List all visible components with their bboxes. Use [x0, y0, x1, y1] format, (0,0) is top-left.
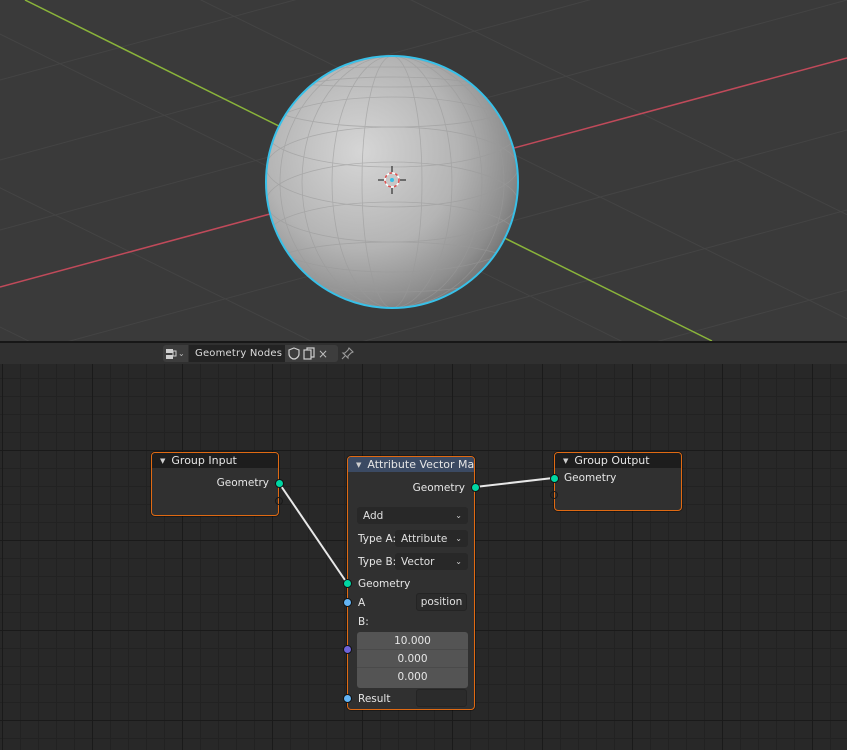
node-header[interactable]: ▼ Attribute Vector Ma... [348, 457, 474, 472]
geometry-input-socket[interactable] [343, 579, 352, 588]
output-row: Geometry [152, 474, 278, 492]
output-row: Geometry [348, 479, 474, 497]
node-tree-icon [165, 345, 177, 362]
node-title: Attribute Vector Ma... [367, 458, 474, 471]
b-x-field[interactable]: 10.000 [357, 632, 468, 650]
chevron-down-icon: ⌄ [178, 349, 185, 358]
node-header[interactable]: ▼ Group Input [152, 453, 278, 468]
collapse-triangle-icon[interactable]: ▼ [563, 457, 568, 465]
socket-label: A [358, 597, 366, 609]
node-editor[interactable]: ⌄ Geometry Nodes × ▼ Group Input Geometr… [0, 343, 847, 750]
operation-dropdown[interactable]: Add ⌄ [357, 507, 468, 524]
b-z-field[interactable]: 0.000 [357, 668, 468, 686]
node-header[interactable]: ▼ Group Output [555, 453, 681, 468]
dropdown-value: Add [363, 509, 384, 522]
type-a-label: Type A: [358, 533, 396, 545]
chevron-down-icon: ⌄ [455, 511, 462, 520]
group-input-node[interactable]: ▼ Group Input Geometry [151, 452, 284, 516]
chevron-down-icon: ⌄ [455, 534, 462, 543]
dropdown-value: Attribute [401, 532, 448, 545]
collapse-triangle-icon[interactable]: ▼ [356, 461, 361, 469]
geometry-input-socket[interactable] [550, 474, 559, 483]
node-tree-name: Geometry Nodes [195, 348, 283, 359]
a-input-socket[interactable] [343, 598, 352, 607]
a-attribute-field[interactable]: position [416, 593, 467, 611]
type-a-dropdown[interactable]: Attribute ⌄ [395, 530, 468, 547]
pin-button[interactable] [341, 345, 357, 362]
empty-output-socket[interactable] [275, 497, 283, 505]
close-icon[interactable]: × [318, 345, 328, 362]
viewport-scene [0, 0, 847, 341]
geometry-output-socket[interactable] [275, 479, 284, 488]
socket-label: Result [358, 693, 391, 705]
node-editor-header: ⌄ Geometry Nodes × [0, 343, 847, 364]
b-y-field[interactable]: 0.000 [357, 650, 468, 668]
result-attribute-field[interactable] [416, 689, 467, 707]
type-b-label: Type B: [358, 556, 397, 568]
b-input-row: B: [348, 613, 474, 631]
pin-icon [341, 345, 354, 362]
geometry-output-socket[interactable] [471, 483, 480, 492]
field-value: 0.000 [397, 652, 428, 665]
b-vector-field: 10.000 0.000 0.000 [357, 632, 468, 688]
socket-label: Geometry [216, 477, 269, 489]
shield-icon[interactable] [288, 345, 300, 362]
dropdown-value: Vector [401, 555, 435, 568]
node-title: Group Input [171, 454, 237, 467]
field-value: 10.000 [394, 634, 431, 647]
group-output-node[interactable]: ▼ Group Output Geometry [550, 452, 682, 511]
input-row: Geometry [555, 469, 681, 487]
attribute-vector-math-node[interactable]: ▼ Attribute Vector Ma... Geometry Add ⌄ … [343, 456, 480, 710]
socket-label: Geometry [412, 482, 465, 494]
collapse-triangle-icon[interactable]: ▼ [160, 457, 165, 465]
field-value: position [420, 596, 463, 608]
field-value: 0.000 [397, 671, 428, 683]
copy-icon[interactable] [303, 345, 315, 362]
node-title: Group Output [574, 454, 650, 467]
result-input-socket[interactable] [343, 694, 352, 703]
socket-label: B: [358, 616, 369, 628]
empty-input-socket[interactable] [550, 491, 558, 499]
chevron-down-icon: ⌄ [455, 557, 462, 566]
node-tree-name-field[interactable]: Geometry Nodes [189, 345, 285, 362]
node-tree-type-button[interactable]: ⌄ [163, 345, 188, 362]
3d-viewport[interactable] [0, 0, 847, 341]
socket-label: Geometry [564, 472, 617, 484]
node-tree-actions: × [285, 345, 338, 362]
socket-label: Geometry [358, 578, 411, 590]
type-b-dropdown[interactable]: Vector ⌄ [395, 553, 468, 570]
geometry-input-row: Geometry [348, 575, 474, 593]
b-input-socket[interactable] [343, 645, 352, 654]
